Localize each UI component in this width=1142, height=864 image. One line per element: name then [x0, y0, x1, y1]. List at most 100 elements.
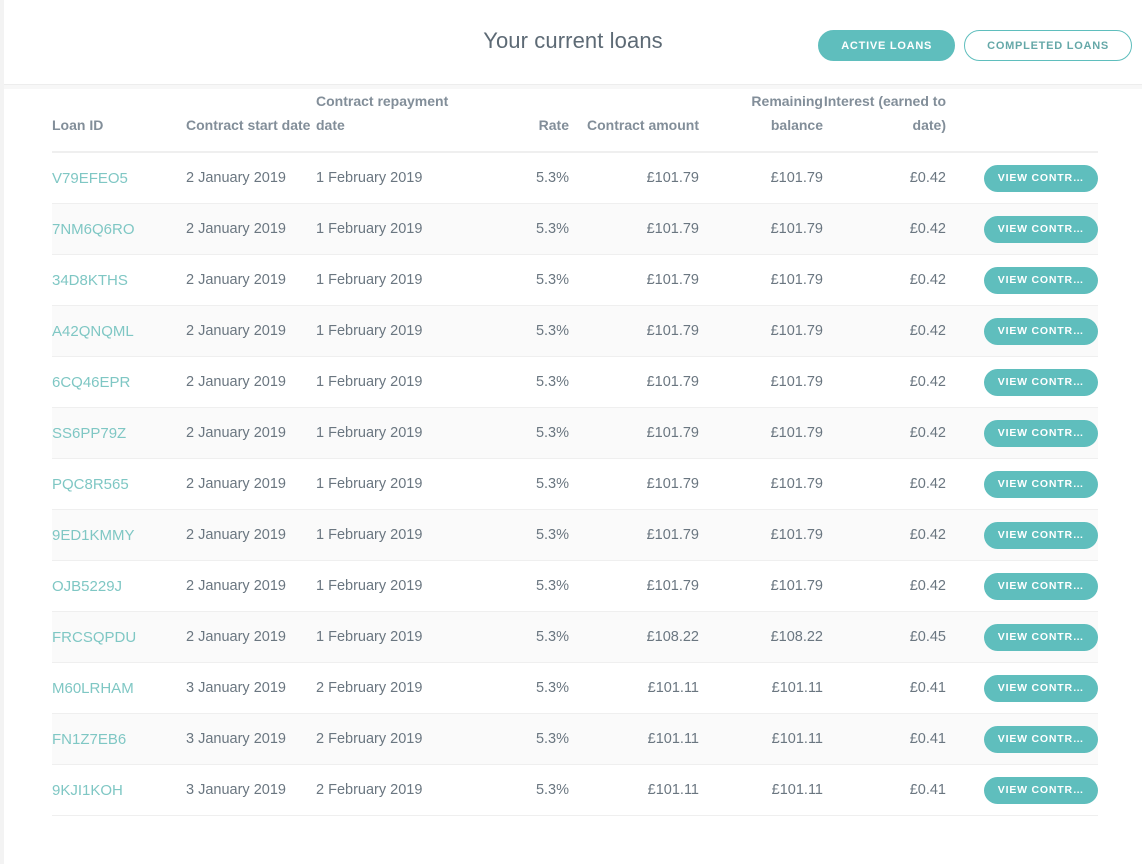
table-row: FRCSQPDU 2 January 2019 1 February 2019 5.3…: [52, 611, 1098, 663]
view-contract-button[interactable]: VIEW CONTR…: [984, 776, 1098, 804]
cell-remaining-balance: £108.22: [699, 611, 823, 663]
cell-interest: £0.41: [823, 662, 946, 714]
loans-table-body: V79EFEO5 2 January 2019 1 February 2019 5.3…: [52, 152, 1098, 816]
cell-repay-date: 2 February 2019: [316, 662, 451, 714]
cell-contract-amount: £101.11: [569, 764, 699, 816]
cell-rate: 5.3%: [451, 662, 569, 714]
view-contract-button[interactable]: VIEW CONTR…: [984, 470, 1098, 498]
cell-remaining-balance: £101.79: [699, 356, 823, 408]
table-header-row: Loan ID Contract start date Contract rep…: [52, 89, 1098, 153]
cell-rate: 5.3%: [451, 203, 569, 255]
view-contract-button[interactable]: VIEW CONTR…: [984, 266, 1098, 294]
cell-interest: £0.41: [823, 764, 946, 816]
cell-contract-amount: £101.79: [569, 356, 699, 408]
column-header-interest: Interest (earned to date): [823, 89, 946, 153]
cell-remaining-balance: £101.11: [699, 713, 823, 765]
cell-rate: 5.3%: [451, 305, 569, 357]
table-row: V79EFEO5 2 January 2019 1 February 2019 5.3…: [52, 152, 1098, 204]
table-row: PQC8R565 2 January 2019 1 February 2019 5.3…: [52, 458, 1098, 510]
cell-repay-date: 1 February 2019: [316, 254, 451, 306]
loan-id-link[interactable]: 9KJI1KOH: [52, 782, 123, 799]
view-contract-button[interactable]: VIEW CONTR…: [984, 521, 1098, 549]
cell-interest: £0.42: [823, 509, 946, 561]
view-contract-button[interactable]: VIEW CONTR…: [984, 317, 1098, 345]
cell-contract-amount: £101.11: [569, 662, 699, 714]
cell-contract-amount: £101.79: [569, 458, 699, 510]
loan-id-link[interactable]: 6CQ46EPR: [52, 374, 130, 391]
cell-start-date: 3 January 2019: [186, 662, 316, 714]
cell-interest: £0.45: [823, 611, 946, 663]
view-contract-button[interactable]: VIEW CONTR…: [984, 164, 1098, 192]
view-contract-button[interactable]: VIEW CONTR…: [984, 368, 1098, 396]
cell-start-date: 2 January 2019: [186, 458, 316, 510]
view-contract-button[interactable]: VIEW CONTR…: [984, 572, 1098, 600]
cell-interest: £0.42: [823, 356, 946, 408]
loan-id-link[interactable]: PQC8R565: [52, 476, 129, 493]
view-contract-button[interactable]: VIEW CONTR…: [984, 419, 1098, 447]
table-row: OJB5229J 2 January 2019 1 February 2019 5.3…: [52, 560, 1098, 612]
cell-start-date: 2 January 2019: [186, 611, 316, 663]
cell-rate: 5.3%: [451, 560, 569, 612]
loan-id-link[interactable]: 34D8KTHS: [52, 272, 128, 289]
cell-contract-amount: £101.79: [569, 509, 699, 561]
cell-loan-id: 9ED1KMMY: [52, 509, 186, 561]
cell-action: VIEW CONTR…: [946, 458, 1098, 510]
table-row: SS6PP79Z 2 January 2019 1 February 2019 5.3…: [52, 407, 1098, 459]
loan-id-link[interactable]: M60LRHAM: [52, 680, 134, 697]
cell-repay-date: 1 February 2019: [316, 458, 451, 510]
table-row: 9ED1KMMY 2 January 2019 1 February 2019 5.3…: [52, 509, 1098, 561]
loan-id-link[interactable]: FN1Z7EB6: [52, 731, 126, 748]
cell-action: VIEW CONTR…: [946, 152, 1098, 204]
cell-start-date: 2 January 2019: [186, 560, 316, 612]
loans-table-container: Loan ID Contract start date Contract rep…: [4, 89, 1142, 816]
cell-contract-amount: £101.79: [569, 203, 699, 255]
loan-filter-tabs: ACTIVE LOANS COMPLETED LOANS: [818, 30, 1132, 61]
view-contract-button[interactable]: VIEW CONTR…: [984, 215, 1098, 243]
view-contract-button[interactable]: VIEW CONTR…: [984, 725, 1098, 753]
loan-id-link[interactable]: 9ED1KMMY: [52, 527, 135, 544]
cell-start-date: 2 January 2019: [186, 509, 316, 561]
loans-table: Loan ID Contract start date Contract rep…: [52, 89, 1098, 816]
cell-contract-amount: £101.79: [569, 560, 699, 612]
cell-repay-date: 1 February 2019: [316, 356, 451, 408]
tab-active-loans[interactable]: ACTIVE LOANS: [818, 30, 956, 61]
loan-id-link[interactable]: 7NM6Q6RO: [52, 221, 135, 238]
column-header-loan-id: Loan ID: [52, 89, 186, 153]
cell-interest: £0.42: [823, 152, 946, 204]
loan-id-link[interactable]: V79EFEO5: [52, 170, 128, 187]
cell-interest: £0.41: [823, 713, 946, 765]
cell-action: VIEW CONTR…: [946, 509, 1098, 561]
loan-id-link[interactable]: A42QNQML: [52, 323, 134, 340]
cell-repay-date: 1 February 2019: [316, 560, 451, 612]
loan-id-link[interactable]: OJB5229J: [52, 578, 122, 595]
view-contract-button[interactable]: VIEW CONTR…: [984, 674, 1098, 702]
column-header-balance: Remaining balance: [699, 89, 823, 153]
cell-start-date: 3 January 2019: [186, 764, 316, 816]
cell-loan-id: FN1Z7EB6: [52, 713, 186, 765]
loan-id-link[interactable]: FRCSQPDU: [52, 629, 136, 646]
view-contract-button[interactable]: VIEW CONTR…: [984, 623, 1098, 651]
tab-completed-loans[interactable]: COMPLETED LOANS: [964, 30, 1132, 61]
cell-action: VIEW CONTR…: [946, 764, 1098, 816]
cell-action: VIEW CONTR…: [946, 662, 1098, 714]
cell-contract-amount: £101.79: [569, 152, 699, 204]
loans-page: Your current loans ACTIVE LOANS COMPLETE…: [0, 0, 1142, 864]
cell-action: VIEW CONTR…: [946, 203, 1098, 255]
table-row: FN1Z7EB6 3 January 2019 2 February 2019 5.3…: [52, 713, 1098, 765]
loans-table-head: Loan ID Contract start date Contract rep…: [52, 89, 1098, 153]
cell-action: VIEW CONTR…: [946, 407, 1098, 459]
cell-loan-id: FRCSQPDU: [52, 611, 186, 663]
cell-rate: 5.3%: [451, 458, 569, 510]
table-row: 7NM6Q6RO 2 January 2019 1 February 2019 5.3…: [52, 203, 1098, 255]
cell-remaining-balance: £101.11: [699, 662, 823, 714]
page-header: Your current loans ACTIVE LOANS COMPLETE…: [4, 0, 1142, 84]
cell-loan-id: 6CQ46EPR: [52, 356, 186, 408]
table-row: 34D8KTHS 2 January 2019 1 February 2019 5.3…: [52, 254, 1098, 306]
cell-interest: £0.42: [823, 305, 946, 357]
column-header-rate: Rate: [451, 89, 569, 153]
cell-remaining-balance: £101.79: [699, 203, 823, 255]
cell-rate: 5.3%: [451, 713, 569, 765]
cell-remaining-balance: £101.79: [699, 560, 823, 612]
cell-loan-id: 7NM6Q6RO: [52, 203, 186, 255]
loan-id-link[interactable]: SS6PP79Z: [52, 425, 126, 442]
